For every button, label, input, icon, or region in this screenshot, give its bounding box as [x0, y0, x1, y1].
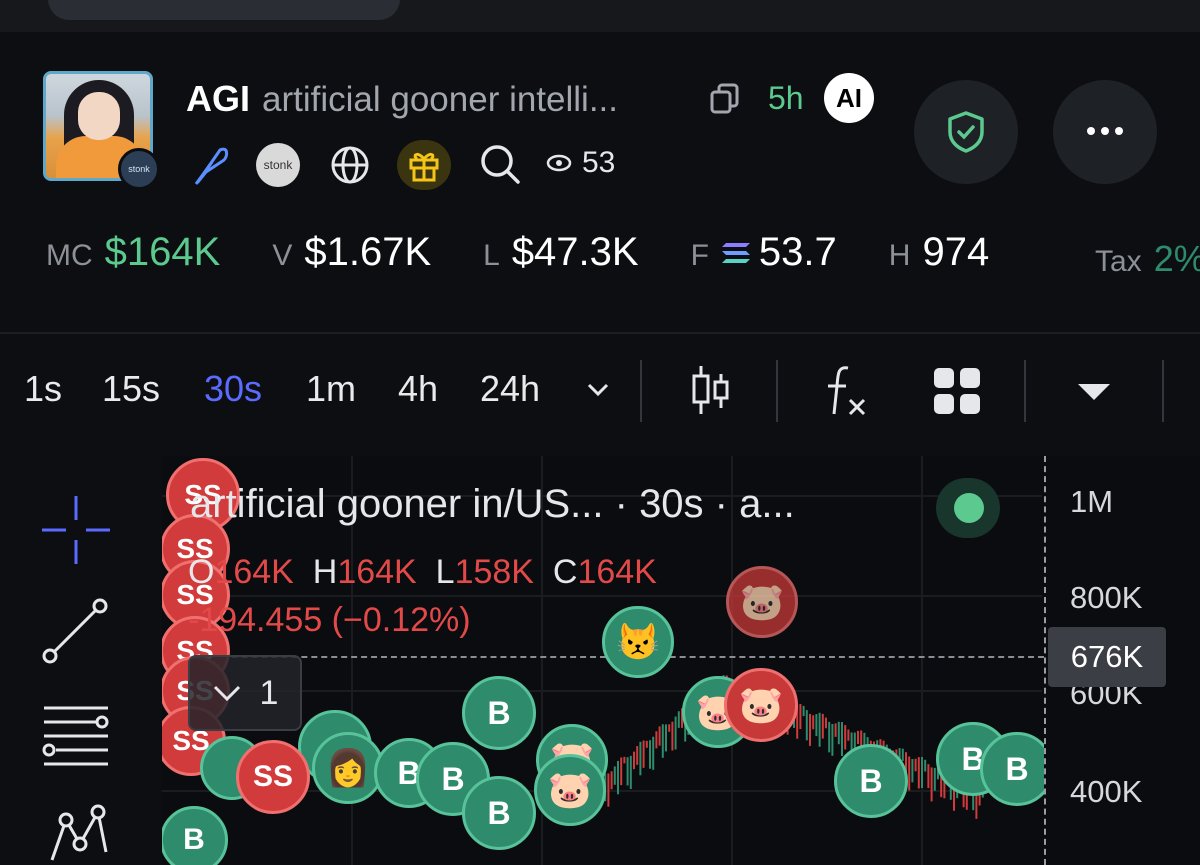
pig-sell-marker[interactable]: 🐷 [724, 668, 798, 742]
indicators-icon[interactable] [822, 364, 870, 418]
stat-value-f: 53.7 [758, 230, 837, 274]
platform-badge: stonk [118, 148, 160, 190]
tf-30s[interactable]: 30s [204, 368, 262, 410]
tf-4h[interactable]: 4h [398, 368, 438, 410]
tf-1m[interactable]: 1m [306, 368, 356, 410]
chevron-down-icon[interactable] [586, 382, 610, 398]
stat-label-h: H [888, 239, 911, 272]
drawing-toolbar [0, 456, 160, 865]
buy-marker[interactable]: B [834, 744, 908, 818]
stat-value-v: $1.67K [304, 230, 432, 274]
stat-value-l: $47.3K [511, 230, 639, 274]
layout-grid-icon[interactable] [932, 366, 982, 416]
copy-icon[interactable] [708, 82, 742, 116]
stat-label-f: F [690, 239, 709, 272]
stat-value-mc: $164K [104, 230, 221, 274]
tax-stat: Tax 2% [1095, 238, 1200, 280]
dropdown-triangle-icon[interactable] [1076, 382, 1112, 402]
views-value: 53 [582, 146, 616, 179]
stat-label-v: V [272, 239, 293, 272]
solana-icon [721, 243, 750, 263]
price-change: -194.455 (−0.12%) [188, 601, 471, 639]
price-label: 1M [1070, 484, 1114, 519]
more-button[interactable] [1053, 80, 1157, 184]
ai-badge[interactable]: AI [824, 73, 874, 123]
more-icon [1087, 127, 1123, 135]
indicator-count: 1 [259, 673, 279, 712]
gift-button[interactable] [397, 140, 451, 190]
stonk-link-icon[interactable]: stonk [256, 143, 300, 187]
candle-icon[interactable] [690, 364, 732, 416]
gift-icon [409, 152, 439, 182]
security-button[interactable] [914, 80, 1018, 184]
stat-label-mc: MC [46, 239, 93, 272]
pig-marker[interactable]: 🐷 [534, 754, 606, 826]
eye-icon [546, 154, 572, 172]
buy-marker[interactable]: B [462, 776, 536, 850]
token-name: artificial gooner intelli... [262, 80, 618, 119]
feather-icon[interactable] [190, 142, 232, 186]
crosshair-icon[interactable] [40, 494, 112, 566]
cat-marker[interactable]: 😾 [602, 606, 674, 678]
chart-toolbar: 1s 15s 30s 1m 4h 24h [0, 360, 1200, 422]
search-bar[interactable] [48, 0, 400, 20]
chart-legend-title[interactable]: artificial gooner in/US... · 30s · a... [190, 482, 795, 527]
stat-value-h: 974 [922, 230, 990, 274]
price-axis-line [1044, 456, 1046, 865]
tax-value: 2% [1153, 238, 1200, 279]
price-label: 400K [1070, 774, 1143, 809]
ohlc-values: O164K H164K L158K C164K [188, 553, 657, 591]
stats-row: MC $164K V $1.67K L $47.3K F 53.7 H 974 [46, 230, 1041, 290]
current-price-tag: 676K [1048, 627, 1166, 687]
buy-marker[interactable]: B [980, 732, 1044, 806]
search-icon[interactable] [478, 142, 522, 186]
sell-marker[interactable]: SS [236, 740, 310, 814]
tf-15s[interactable]: 15s [102, 368, 160, 410]
shield-check-icon [948, 111, 984, 153]
fib-lines-icon[interactable] [38, 702, 114, 768]
tf-24h[interactable]: 24h [480, 368, 540, 410]
token-ticker: AGI [186, 78, 251, 119]
globe-icon[interactable] [328, 143, 372, 187]
user-avatar-marker[interactable]: 👩 [312, 732, 384, 804]
tax-label: Tax [1095, 245, 1142, 278]
stat-label-l: L [483, 239, 500, 272]
collapse-indicators-button[interactable]: 1 [188, 655, 302, 731]
buy-marker[interactable]: B [162, 806, 228, 865]
market-status-dot [954, 493, 984, 523]
views-count: 53 [546, 146, 615, 180]
token-age: 5h [768, 80, 804, 116]
chevron-down-icon [213, 685, 240, 702]
trendline-icon[interactable] [40, 596, 110, 666]
pig-sell-marker[interactable]: 🐷 [726, 566, 798, 638]
divider [0, 332, 1200, 334]
pattern-icon[interactable] [44, 804, 114, 865]
tf-1s[interactable]: 1s [24, 368, 62, 410]
price-label: 800K [1070, 580, 1143, 615]
buy-marker[interactable]: B [462, 676, 536, 750]
